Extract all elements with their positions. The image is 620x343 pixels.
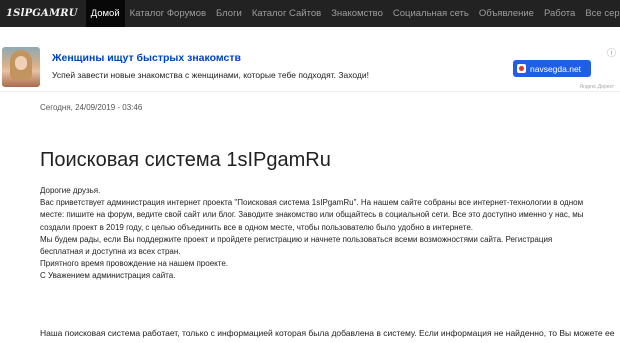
- ad-text: Успей завести новые знакомства с женщина…: [52, 70, 369, 80]
- paragraph-line: Дорогие друзья.: [40, 186, 101, 195]
- post-date: Сегодня, 24/09/2019 - 03:46: [40, 103, 143, 112]
- paragraph-line: создали проект в 2019 году, с целью объе…: [40, 222, 473, 232]
- info-icon[interactable]: ⓘ: [607, 46, 616, 59]
- nav-item-site-catalog[interactable]: Каталог Сайтов: [247, 0, 326, 27]
- nav-item-home[interactable]: Домой: [85, 0, 125, 27]
- top-navbar: 1SlPGAMRU Домой Каталог Форумов Блоги Ка…: [0, 0, 620, 27]
- paragraph-line: Приятного время провождение на нашем про…: [40, 259, 228, 269]
- ad-button[interactable]: navsegda.net: [513, 60, 591, 77]
- site-logo[interactable]: 1SlPGAMRU: [0, 8, 86, 19]
- paragraph-line: месте: пишите на форум, ведите свой сайт…: [40, 210, 584, 220]
- nav-item-forum-catalog[interactable]: Каталог Форумов: [125, 0, 211, 27]
- nav-item-classifieds[interactable]: Объявление: [474, 0, 539, 27]
- ad-banner[interactable]: Женщины ищут быстрых знакомств Успей зав…: [0, 42, 620, 92]
- paragraph-line: Вас приветствует администрация интернет …: [40, 198, 584, 208]
- nav-item-blogs[interactable]: Блоги: [211, 0, 247, 27]
- paragraph-line: С Уважением администрация сайта.: [40, 271, 176, 281]
- search-info-text: Наша поисковая система работает, только …: [40, 328, 615, 338]
- nav-item-all-services[interactable]: Все сервисы: [580, 0, 620, 27]
- nav-item-jobs[interactable]: Работа: [539, 0, 580, 27]
- ad-title[interactable]: Женщины ищут быстрых знакомств: [52, 52, 241, 64]
- ad-source-label: Яндекс.Директ: [579, 84, 614, 90]
- intro-text: Дорогие друзья. Вас приветствует админис…: [40, 185, 590, 283]
- page-title: Поисковая система 1sIPgamRu: [40, 149, 331, 171]
- paragraph-line: бесплатная и доступна из всех стран.: [40, 247, 181, 257]
- nav-item-dating[interactable]: Знакомство: [326, 0, 388, 27]
- navsegda-logo-icon: [517, 64, 526, 73]
- ad-button-label: navsegda.net: [530, 63, 582, 74]
- ad-image[interactable]: [2, 47, 40, 87]
- paragraph-line: Мы будем рады, если Вы поддержите проект…: [40, 234, 553, 244]
- nav-item-social-network[interactable]: Социальная сеть: [388, 0, 474, 27]
